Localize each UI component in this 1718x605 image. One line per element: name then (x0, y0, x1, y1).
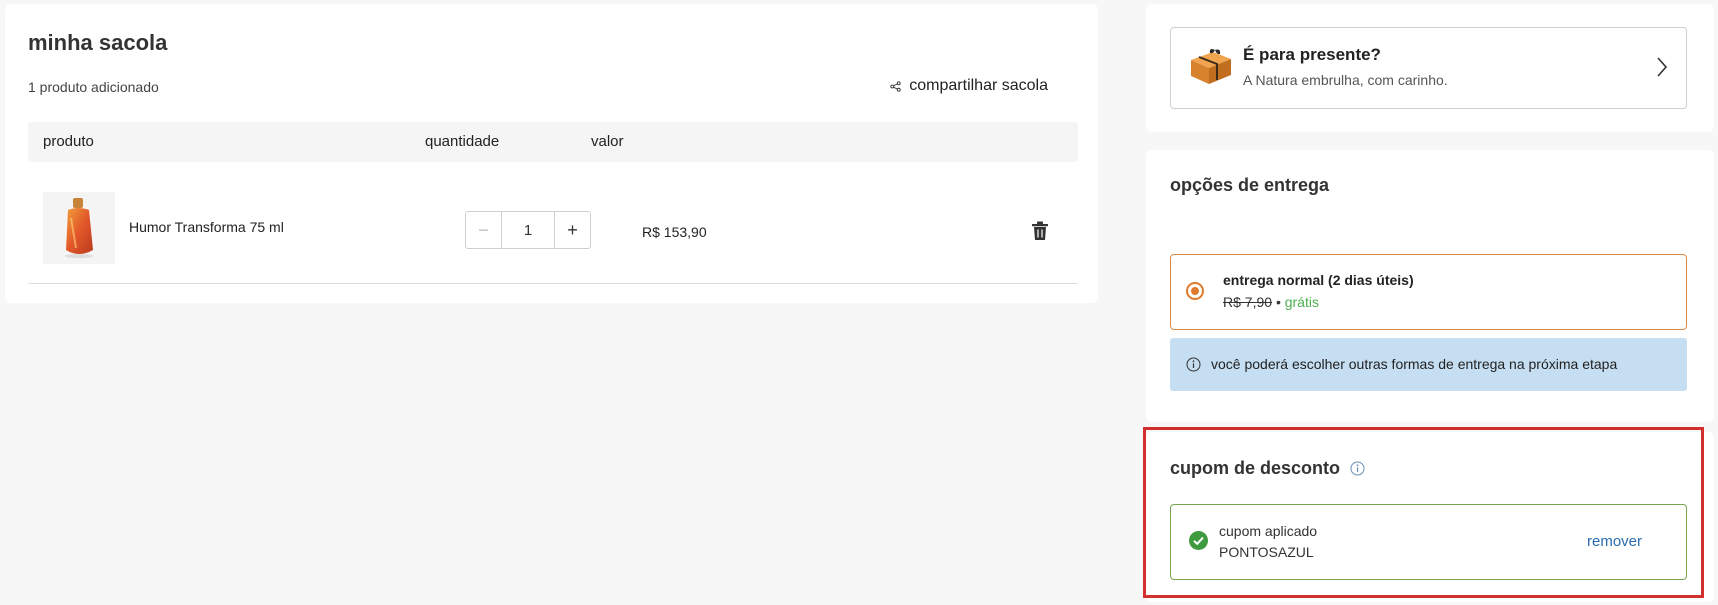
applied-coupon: cupom aplicado PONTOSAZUL remover (1170, 504, 1687, 580)
column-header-quantity: quantidade (425, 133, 500, 150)
radio-selected[interactable] (1186, 282, 1204, 300)
page-title: minha sacola (28, 30, 168, 55)
chevron-right-icon (1657, 57, 1668, 77)
gift-box-icon (1191, 49, 1231, 84)
column-header-product: produto (43, 133, 94, 150)
bag-card: minha sacola 1 produto adicionado compar… (5, 4, 1098, 303)
column-header-value: valor (591, 133, 624, 150)
delivery-option-price: R$ 7,90 • grátis (1223, 294, 1319, 310)
delivery-title: opções de entrega (1170, 175, 1330, 195)
gift-title: É para presente? (1243, 45, 1381, 64)
product-name: Humor Transforma 75 ml (129, 219, 284, 235)
delivery-info-text: você poderá escolher outras formas de en… (1211, 356, 1618, 372)
trash-icon[interactable] (1031, 221, 1049, 241)
info-icon[interactable] (1350, 461, 1365, 476)
coupon-card: cupom de desconto cupom aplicado PONTOSA… (1146, 432, 1714, 602)
coupon-title: cupom de desconto (1170, 458, 1365, 479)
delivery-old-price: R$ 7,90 (1223, 294, 1273, 310)
share-bag-label: compartilhar sacola (909, 77, 1048, 94)
check-circle-icon (1189, 531, 1208, 550)
product-image (43, 192, 115, 264)
delivery-free-label: grátis (1284, 294, 1319, 310)
table-header: produto quantidade valor (28, 122, 1078, 162)
decrease-quantity-button[interactable]: − (466, 212, 502, 248)
product-price: R$ 153,90 (642, 224, 707, 240)
quantity-input[interactable] (502, 212, 554, 248)
coupon-code: PONTOSAZUL (1219, 544, 1314, 560)
product-count: 1 produto adicionado (28, 79, 159, 95)
remove-coupon-button[interactable]: remover (1587, 533, 1642, 550)
info-icon (1186, 357, 1201, 372)
increase-quantity-button[interactable]: + (554, 212, 590, 248)
table-row: Humor Transforma 75 ml − + R$ 153,90 (28, 162, 1078, 284)
coupon-status: cupom aplicado (1219, 523, 1318, 539)
quantity-stepper: − + (465, 211, 591, 249)
delivery-option-normal[interactable]: entrega normal (2 dias úteis) R$ 7,90 • … (1170, 254, 1687, 330)
coupon-title-text: cupom de desconto (1170, 458, 1341, 478)
delivery-option-label: entrega normal (2 dias úteis) (1223, 272, 1414, 288)
gift-card: É para presente? A Natura embrulha, com … (1146, 4, 1714, 132)
share-icon (890, 80, 901, 92)
delivery-info-banner: você poderá escolher outras formas de en… (1170, 338, 1687, 391)
gift-subtitle: A Natura embrulha, com carinho. (1243, 72, 1448, 88)
gift-option-button[interactable]: É para presente? A Natura embrulha, com … (1170, 27, 1687, 109)
price-separator: • (1275, 294, 1281, 310)
delivery-card: opções de entrega entrega normal (2 dias… (1146, 150, 1714, 422)
share-bag-button[interactable]: compartilhar sacola (890, 77, 1048, 95)
